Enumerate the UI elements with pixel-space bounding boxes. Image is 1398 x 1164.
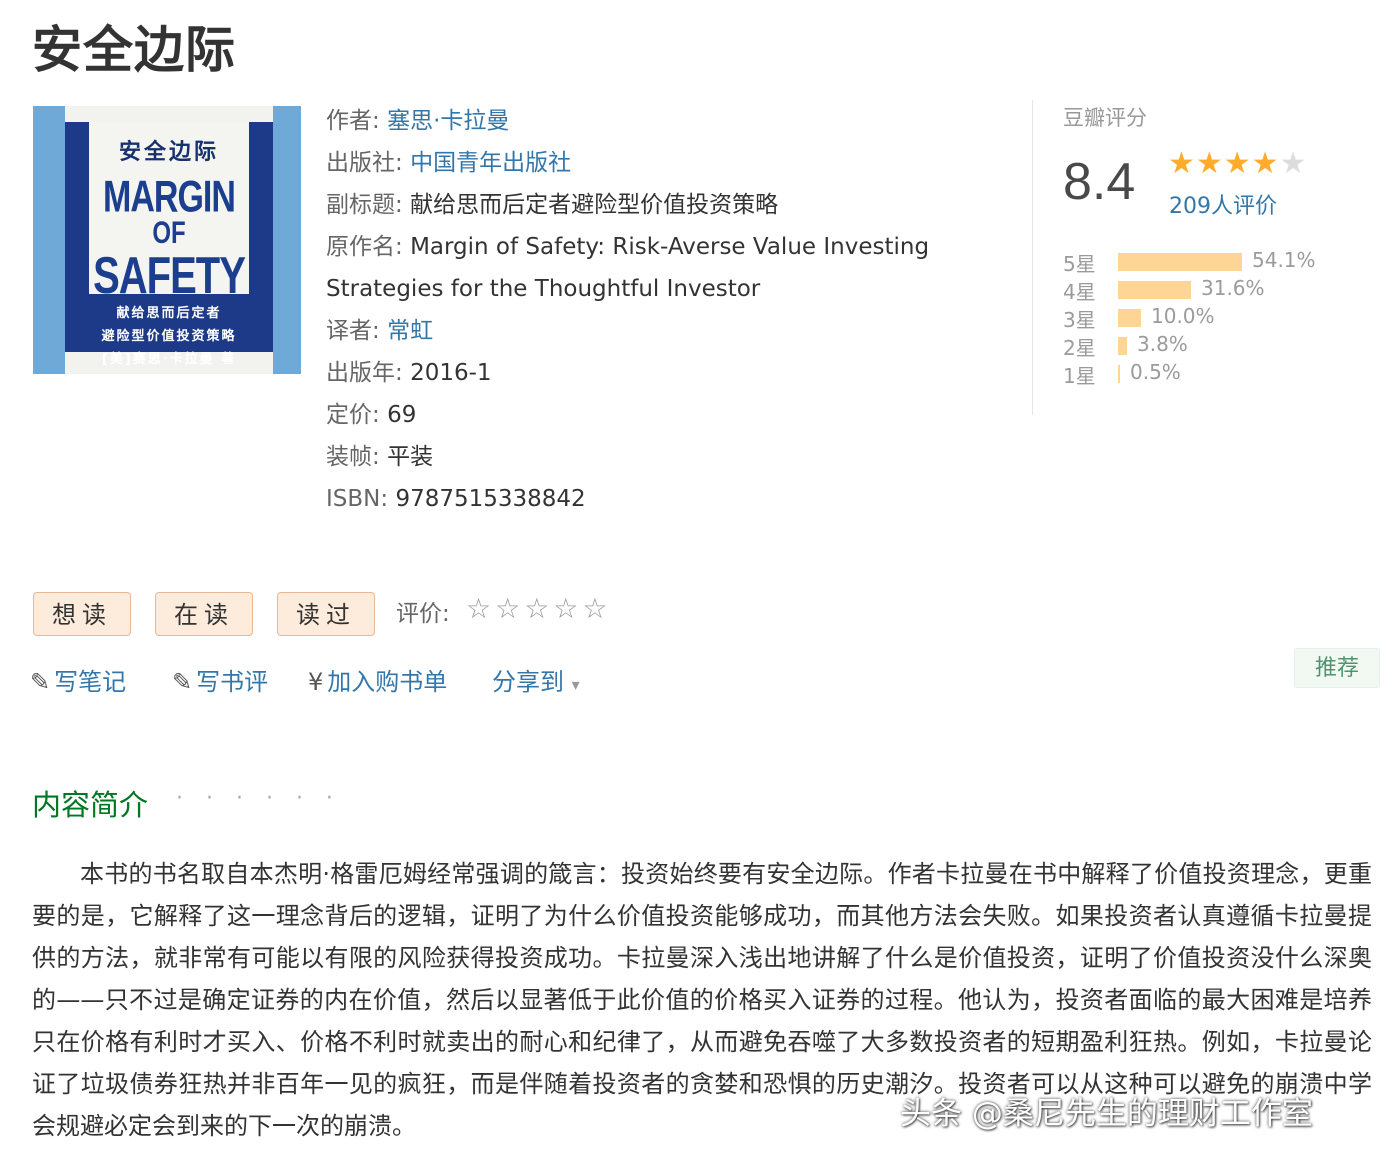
info-publisher: 出版社: 中国青年出版社 (326, 142, 966, 184)
subtitle-label: 副标题: (326, 192, 403, 218)
add-to-cart-label: 加入购书单 (327, 668, 448, 696)
info-isbn: ISBN: 9787515338842 (326, 478, 966, 520)
pub-year-label: 出版年: (326, 360, 403, 386)
author-link[interactable]: 塞思·卡拉曼 (387, 108, 509, 134)
info-subtitle: 副标题: 献给思而后定者避险型价值投资策略 (326, 184, 966, 226)
publisher-link[interactable]: 中国青年出版社 (410, 150, 571, 176)
cover-sub3: [美]赛思·卡拉曼 著 (101, 352, 237, 367)
cover-panel: 安全边际 MARGIN OF SAFETY 献给思而后定者 避险型价值投资策略 … (65, 122, 273, 367)
cover-en-line2: OF (152, 215, 186, 251)
price-label: 定价: (326, 402, 380, 428)
dist-percent: 0.5% (1130, 360, 1181, 384)
my-rating-stars-icon[interactable]: ☆☆☆☆☆ (466, 592, 612, 625)
dist-label: 1星 (1063, 364, 1096, 388)
book-info: 作者: 塞思·卡拉曼 出版社: 中国青年出版社 副标题: 献给思而后定者避险型价… (326, 100, 966, 520)
watermark: 头条 @桑尼先生的理财工作室 (900, 1096, 1313, 1132)
cover-frame: 安全边际 MARGIN OF SAFETY 献给思而后定者 避险型价值投资策略 … (65, 106, 273, 374)
chevron-down-icon: ▾ (571, 675, 580, 694)
price-value: 69 (387, 402, 417, 428)
rating-count-link[interactable]: 209人评价 (1169, 188, 1277, 220)
original-title-line2: Strategies for the Thoughtful Investor (326, 276, 761, 302)
info-translator: 译者: 常虹 (326, 310, 966, 352)
cover-sub1: 献给思而后定者 (116, 306, 222, 321)
original-title-line1: Margin of Safety: Risk-Averse Value Inve… (410, 234, 930, 260)
rating-header: 豆瓣评分 (1063, 106, 1147, 130)
rating-panel: 豆瓣评分 8.4 ★★★★★ 209人评价 5星 54.1% 4星 31.6% … (1032, 100, 1343, 415)
cover-title-area: 安全边际 MARGIN OF SAFETY (89, 122, 249, 302)
cover-en-line1: MARGIN (103, 172, 236, 222)
dist-label: 3星 (1063, 308, 1096, 332)
page-title: 安全边际 (32, 21, 236, 79)
intro-title: 内容简介 (32, 788, 149, 822)
info-original-title: 原作名: Margin of Safety: Risk-Averse Value… (326, 226, 966, 268)
dist-label: 2星 (1063, 336, 1096, 360)
original-title-label: 原作名: (326, 234, 403, 260)
binding-value: 平装 (387, 444, 434, 470)
yen-icon: ¥ (308, 668, 324, 696)
dist-percent: 54.1% (1252, 248, 1316, 272)
dist-label: 5星 (1063, 252, 1096, 276)
rating-score: 8.4 (1063, 153, 1136, 211)
info-pub-year: 出版年: 2016-1 (326, 352, 966, 394)
info-author: 作者: 塞思·卡拉曼 (326, 100, 966, 142)
dist-percent: 10.0% (1151, 304, 1215, 328)
recommend-button[interactable]: 推荐 (1294, 648, 1380, 688)
dist-bar (1118, 365, 1120, 383)
pencil-icon: ✎ (172, 668, 193, 696)
dist-percent: 31.6% (1201, 276, 1265, 300)
subtitle-value: 献给思而后定者避险型价值投资策略 (410, 192, 779, 218)
rating-stars-empty: ★ (1279, 146, 1308, 181)
intro-dots: · · · · · · (176, 786, 341, 811)
isbn-value: 9787515338842 (395, 486, 586, 512)
want-to-read-button[interactable]: 想读 (33, 592, 131, 636)
share-dropdown[interactable]: 分享到 ▾ (492, 662, 580, 697)
dist-bar (1118, 309, 1141, 327)
write-review-label: 写书评 (196, 668, 269, 696)
have-read-button[interactable]: 读过 (277, 592, 375, 636)
translator-link[interactable]: 常虹 (387, 318, 433, 344)
reading-button[interactable]: 在读 (155, 592, 253, 636)
dist-bar (1118, 337, 1127, 355)
info-price: 定价: 69 (326, 394, 966, 436)
book-cover-image[interactable]: 安全边际 MARGIN OF SAFETY 献给思而后定者 避险型价值投资策略 … (33, 106, 301, 374)
dist-bar (1118, 281, 1191, 299)
cover-cn-title: 安全边际 (118, 139, 219, 165)
dist-label: 4星 (1063, 280, 1096, 304)
rating-stars-icon: ★★★★★ (1168, 146, 1307, 181)
cover-en-line3: SAFETY (93, 247, 246, 305)
publisher-label: 出版社: (326, 150, 403, 176)
pub-year-value: 2016-1 (410, 360, 492, 386)
translator-label: 译者: (326, 318, 380, 344)
dist-percent: 3.8% (1137, 332, 1188, 356)
info-binding: 装帧: 平装 (326, 436, 966, 478)
write-note-link[interactable]: ✎ 写笔记 (30, 662, 126, 697)
my-rating-label: 评价: (396, 601, 450, 627)
write-review-link[interactable]: ✎ 写书评 (172, 662, 268, 697)
cover-sub2: 避险型价值投资策略 (101, 329, 237, 344)
add-to-cart-link[interactable]: ¥ 加入购书单 (308, 662, 447, 697)
share-label: 分享到 (492, 668, 564, 696)
pencil-icon: ✎ (30, 668, 51, 696)
author-label: 作者: (326, 108, 380, 134)
rating-stars-filled: ★★★★ (1168, 146, 1280, 181)
write-note-label: 写笔记 (54, 668, 127, 696)
dist-bar (1118, 253, 1242, 271)
isbn-label: ISBN: (326, 486, 389, 512)
binding-label: 装帧: (326, 444, 380, 470)
